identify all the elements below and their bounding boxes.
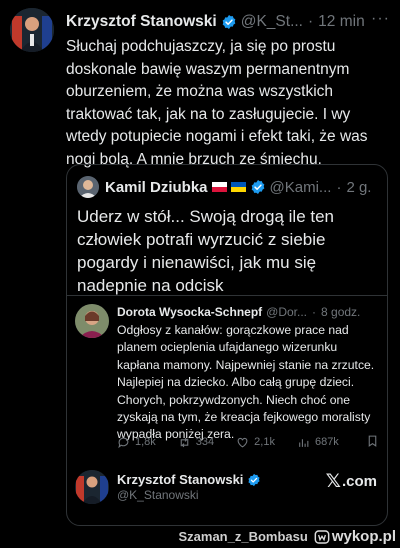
tweet-text: Słuchaj podchujaszczy, ja się po prostu … — [66, 38, 368, 168]
reply-count: 1,8k — [135, 436, 156, 448]
verified-badge-icon — [222, 15, 236, 29]
x-logo-icon: 𝕏 — [325, 471, 341, 492]
reply-icon — [118, 437, 129, 448]
card-author-name[interactable]: Krzysztof Stanowski — [117, 472, 243, 487]
nested-author-handle[interactable]: @Dor... — [266, 305, 307, 319]
watermark-user[interactable]: Szaman_z_Bombasu — [178, 529, 307, 544]
header-separator: · — [308, 13, 314, 30]
author-handle[interactable]: @K_St... — [241, 13, 303, 31]
retweet-action[interactable]: 334 — [178, 436, 214, 449]
views-action[interactable]: 687k — [297, 436, 339, 449]
quote-time[interactable]: 2 g. — [346, 179, 371, 196]
verified-badge-icon — [248, 473, 260, 486]
quote-separator: · — [336, 178, 342, 196]
nested-header: Dorota Wysocka-Schnepf @Dor... · 8 godz. — [117, 304, 379, 320]
x-brand-domain: .com — [341, 473, 377, 490]
nested-action-bar: 1,8k 334 2,1k 687k — [117, 434, 379, 450]
retweet-count: 334 — [195, 436, 215, 448]
like-count: 2,1k — [254, 436, 275, 448]
more-icon[interactable]: ··· — [371, 10, 390, 28]
card-author: Krzysztof Stanowski — [117, 472, 261, 487]
author-name[interactable]: Krzysztof Stanowski — [66, 13, 217, 31]
views-count: 687k — [314, 436, 339, 448]
nested-time[interactable]: 8 godz. — [321, 305, 360, 319]
reply-action[interactable]: 1,8k — [117, 436, 156, 449]
quote-author-avatar[interactable] — [77, 176, 99, 198]
retweet-icon — [180, 437, 189, 447]
tweet-time[interactable]: 12 min — [318, 13, 365, 31]
like-action[interactable]: 2,1k — [236, 436, 275, 449]
watermark-bar: Szaman_z_Bombasu wykop.pl — [0, 526, 400, 548]
ukraine-flag-icon — [230, 182, 246, 192]
views-icon — [299, 438, 309, 447]
nested-author-name[interactable]: Dorota Wysocka-Schnepf — [117, 305, 262, 319]
card-author-avatar[interactable] — [75, 470, 109, 504]
nested-quoted-tweet[interactable]: Dorota Wysocka-Schnepf @Dor... · 8 godz.… — [67, 295, 387, 525]
bookmark-icon[interactable] — [366, 434, 379, 448]
wykop-brand[interactable]: wykop.pl — [314, 528, 396, 545]
quoted-tweet[interactable]: Kamil Dziubka @Kami... · 2 g. Uderz w st… — [66, 164, 388, 526]
x-brand-link[interactable]: 𝕏 .com — [326, 470, 377, 493]
tweet[interactable]: Krzysztof Stanowski @K_St... · 12 min ··… — [0, 0, 400, 526]
quote-author-handle[interactable]: @Kami... — [270, 179, 332, 196]
nested-author-avatar[interactable] — [75, 304, 109, 338]
nested-separator: · — [312, 305, 317, 319]
poland-flag-icon — [211, 182, 227, 192]
author-avatar[interactable] — [10, 8, 54, 52]
quote-text: Uderz w stół... Swoją drogą ile ten czło… — [77, 207, 335, 295]
watermark-site: wykop.pl — [331, 528, 396, 545]
tweet-header: Krzysztof Stanowski @K_St... · 12 min ··… — [66, 10, 390, 32]
like-icon — [237, 437, 248, 447]
watermark: Szaman_z_Bombasu wykop.pl — [178, 528, 396, 545]
card-author-handle[interactable]: @K_Stanowski — [117, 488, 199, 502]
embedded-profile-card[interactable]: Krzysztof Stanowski @K_Stanowski 𝕏 .com — [67, 464, 387, 525]
quote-header: Kamil Dziubka @Kami... · 2 g. — [77, 176, 381, 198]
quote-author-name[interactable]: Kamil Dziubka — [105, 179, 208, 196]
nested-text: Odgłosy z kanałów: gorączkowe prace nad … — [117, 323, 375, 442]
wykop-logo-icon — [314, 529, 330, 544]
verified-badge-icon — [251, 180, 264, 194]
